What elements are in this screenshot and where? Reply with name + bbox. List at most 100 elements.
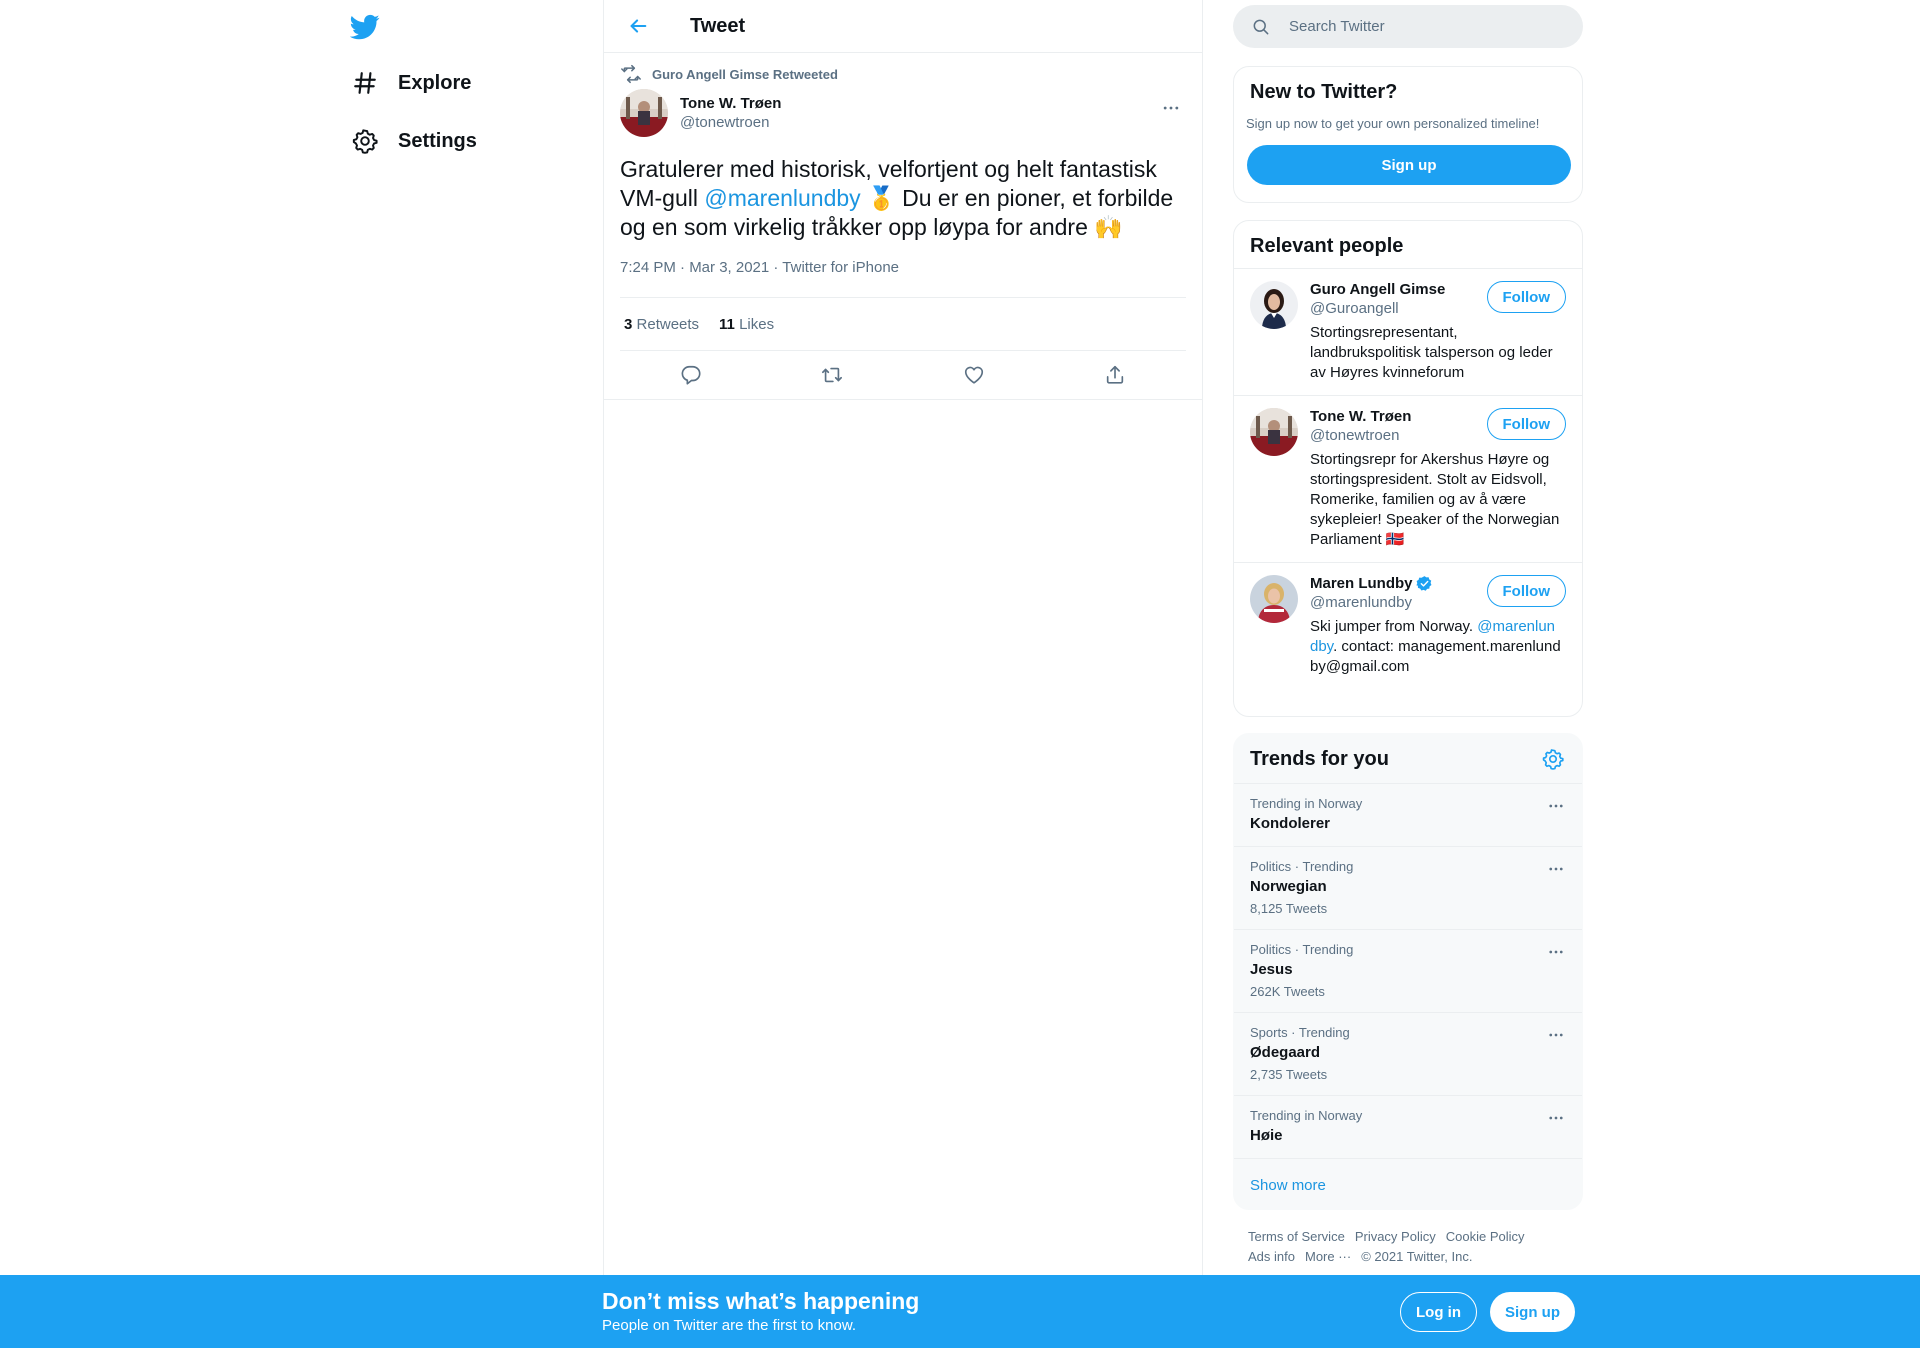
retweet-context: Guro Angell Gimse Retweeted [620,53,1186,89]
person-name-text: Maren Lundby [1310,575,1413,592]
trends-title: Trends for you [1250,748,1389,770]
tweet-text: Gratulerer med historisk, velfortjent og… [620,155,1186,242]
trend-more-button[interactable] [1546,859,1566,879]
tweet-timestamp[interactable]: 7:24 PM · Mar 3, 2021 · Twitter for iPho… [620,256,1186,298]
verified-badge-icon [1415,576,1431,591]
share-button[interactable] [1097,357,1133,393]
relevant-people-header: Relevant people [1234,221,1582,269]
trend-context: Trending in Norway [1250,796,1363,811]
footer-link-ads[interactable]: Ads info [1248,1247,1295,1267]
avatar[interactable] [1250,575,1298,623]
retweet-icon [620,63,642,85]
new-to-twitter-card: New to Twitter? Sign up now to get your … [1233,66,1583,203]
trend-context: Trending in Norway [1250,1108,1363,1123]
author-handle[interactable]: @tonewtroen [680,114,781,131]
retweets-count: 3 [624,315,633,333]
author-name[interactable]: Tone W. Trøen [680,95,781,112]
reply-button[interactable] [673,357,709,393]
author-row: Tone W. Trøen @tonewtroen [620,89,1186,149]
trend-item[interactable]: Politics · Trending Jesus 262K Tweets [1234,930,1582,1013]
likes-stat[interactable]: 11 Likes [719,316,774,333]
trends-card: Trends for you Trending in Norway Kondol… [1233,733,1583,1210]
trend-count: 8,125 Tweets [1250,901,1328,916]
person-bio: Stortingsrepresentant, landbrukspolitisk… [1310,324,1553,381]
trend-name: Jesus [1250,961,1293,978]
footer: Terms of Service Privacy Policy Cookie Pol… [1248,1227,1578,1267]
trend-more-button[interactable] [1546,1025,1566,1045]
likes-count: 11 [719,315,735,333]
trends-settings-button[interactable] [1542,748,1566,772]
signup-button[interactable]: Sign up [1247,145,1571,185]
search-input[interactable] [1289,18,1549,35]
show-more-link[interactable]: Show more [1234,1159,1582,1209]
more-dots-icon [1549,867,1563,871]
person-item[interactable]: Tone W. Trøen @tonewtroen Stortingsrepr … [1234,396,1582,563]
login-button[interactable]: Log in [1400,1292,1477,1332]
footer-link-privacy[interactable]: Privacy Policy [1355,1227,1436,1247]
trend-count: 2,735 Tweets [1250,1067,1328,1082]
more-dots-icon [1549,950,1563,954]
trend-item[interactable]: Trending in Norway Høie [1234,1096,1582,1159]
search-bar[interactable] [1233,5,1583,48]
relevant-people-title: Relevant people [1250,235,1404,257]
footer-copyright: © 2021 Twitter, Inc. [1361,1249,1473,1264]
follow-button[interactable]: Follow [1486,575,1566,607]
page-title: Tweet [690,14,746,37]
more-options-button[interactable] [1156,93,1186,123]
footer-link-terms[interactable]: Terms of Service [1248,1227,1345,1247]
person-name-text: Tone W. Trøen [1310,408,1412,425]
more-dots-icon [1549,1033,1563,1037]
person-item[interactable]: Maren Lundby @marenlundby Ski jumper fro… [1234,563,1582,689]
banner-subtitle: People on Twitter are the first to know. [602,1317,857,1334]
trend-item[interactable]: Politics · Trending Norwegian 8,125 Twee… [1234,847,1582,930]
avatar[interactable] [620,89,668,137]
mention-link[interactable]: @marenlundby [704,185,860,211]
trends-header: Trends for you [1234,734,1582,784]
trend-more-button[interactable] [1546,1108,1566,1128]
signup-banner: Don’t miss what’s happening People on Tw… [0,1275,1920,1348]
follow-button[interactable]: Follow [1486,408,1566,440]
reply-icon [681,365,701,385]
more-dots-icon [1549,1116,1563,1120]
trend-name: Høie [1250,1127,1283,1144]
share-icon [1107,365,1124,384]
footer-link-cookies[interactable]: Cookie Policy [1446,1227,1525,1247]
back-button[interactable] [620,8,656,44]
nav-settings-label: Settings [398,129,477,152]
nav-explore[interactable]: Explore [352,60,487,106]
person-bio: Ski jumper from Norway. @marenlundby. co… [1310,617,1562,677]
trend-name: Kondolerer [1250,815,1331,832]
retweet-button[interactable] [814,357,850,393]
banner-title: Don’t miss what’s happening [602,1288,920,1314]
gear-icon [352,128,378,154]
follow-button[interactable]: Follow [1486,281,1566,313]
trend-more-button[interactable] [1546,796,1566,816]
footer-link-more[interactable]: More ··· [1305,1247,1351,1267]
gear-icon [1542,749,1564,770]
heart-icon [964,366,983,384]
trend-item[interactable]: Trending in Norway Kondolerer [1234,784,1582,847]
author-names: Tone W. Trøen @tonewtroen [680,95,781,131]
retweeter-link[interactable]: Guro Angell Gimse Retweeted [652,67,838,82]
retweet-icon [822,367,843,383]
hashtag-icon [352,70,378,96]
trend-more-button[interactable] [1546,942,1566,962]
nav-explore-label: Explore [398,71,472,94]
banner-signup-button[interactable]: Sign up [1490,1292,1575,1332]
avatar[interactable] [1250,408,1298,456]
trend-context: Politics · Trending [1250,942,1354,957]
arrow-left-icon [630,19,647,33]
like-button[interactable] [956,357,992,393]
person-item[interactable]: Guro Angell Gimse @Guroangell Stortingsr… [1234,269,1582,396]
avatar[interactable] [1250,281,1298,329]
trend-item[interactable]: Sports · Trending Ødegaard 2,735 Tweets [1234,1013,1582,1096]
bio-text: . contact: management.marenlundby@gmail.… [1310,638,1561,675]
nav-settings[interactable]: Settings [352,118,493,164]
trend-context: Politics · Trending [1250,859,1354,874]
new-to-twitter-title: New to Twitter? [1250,81,1398,103]
relevant-people-card: Relevant people Guro Angell Gimse @Guroa… [1233,220,1583,717]
retweets-stat[interactable]: 3 Retweets [624,316,699,333]
main-column: Tweet Guro Angell Gimse Retweeted Tone W… [603,0,1203,1348]
search-icon [1253,19,1269,34]
twitter-logo-icon[interactable] [349,12,380,42]
